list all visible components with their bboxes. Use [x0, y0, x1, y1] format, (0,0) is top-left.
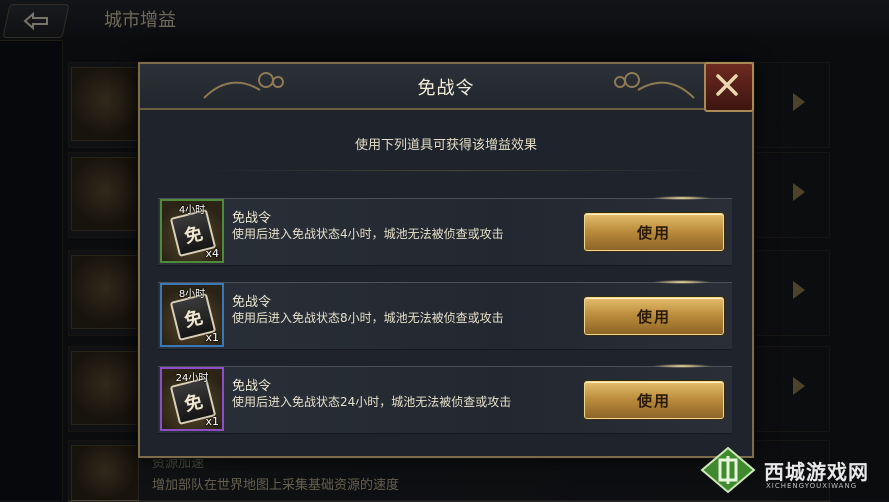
item-count: x1	[205, 415, 219, 428]
divider	[200, 170, 720, 171]
dialog-header: 免战令	[140, 64, 752, 110]
item-description: 使用后进入免战状态4小时，城池无法被侦查或攻击	[232, 227, 504, 241]
item-duration: 24小时	[175, 373, 209, 384]
close-button[interactable]	[704, 62, 754, 112]
item-name: 免战令	[232, 295, 272, 310]
item-duration: 8小时	[178, 289, 206, 300]
token-glyph: 免	[182, 223, 205, 248]
item-count: x1	[205, 331, 219, 344]
use-button-label: 使用	[636, 224, 671, 242]
item-row: 24小时 免 x1 免战令 使用后进入免战状态24小时，城池无法被侦查或攻击 使…	[158, 364, 732, 434]
use-button[interactable]: 使用	[584, 297, 724, 335]
watermark-sub: XICHENGYOUXIWANG	[766, 482, 858, 490]
use-button-label: 使用	[636, 392, 671, 410]
item-duration: 4小时	[178, 205, 206, 216]
buff-dialog: 免战令 使用下列道具可获得该增益效果 4小时 免 x4 免战令 使用后进入免战状…	[138, 62, 754, 458]
use-button[interactable]: 使用	[584, 381, 724, 419]
item-description: 使用后进入免战状态24小时，城池无法被侦查或攻击	[232, 395, 512, 409]
item-row: 8小时 免 x1 免战令 使用后进入免战状态8小时，城池无法被侦查或攻击 使用	[158, 280, 732, 350]
token-glyph: 免	[182, 391, 205, 416]
watermark-logo-icon	[700, 446, 756, 494]
token-glyph: 免	[182, 307, 205, 332]
item-name: 免战令	[232, 379, 272, 394]
dialog-subtitle: 使用下列道具可获得该增益效果	[354, 138, 537, 153]
row-glow	[652, 364, 712, 368]
item-count: x4	[205, 247, 219, 260]
watermark-name: 西城游戏网	[764, 460, 869, 484]
item-icon: 4小时 免 x4	[160, 199, 224, 263]
close-x-icon	[716, 74, 738, 96]
item-row: 4小时 免 x4 免战令 使用后进入免战状态4小时，城池无法被侦查或攻击 使用	[158, 196, 732, 266]
item-icon: 24小时 免 x1	[160, 367, 224, 431]
use-button-label: 使用	[636, 308, 671, 326]
item-name: 免战令	[232, 211, 272, 226]
row-glow	[652, 280, 712, 284]
item-icon: 8小时 免 x1	[160, 283, 224, 347]
use-button[interactable]: 使用	[584, 213, 724, 251]
cloud-ornament-icon	[614, 72, 695, 99]
item-description: 使用后进入免战状态8小时，城池无法被侦查或攻击	[232, 311, 504, 325]
row-glow	[652, 196, 712, 200]
